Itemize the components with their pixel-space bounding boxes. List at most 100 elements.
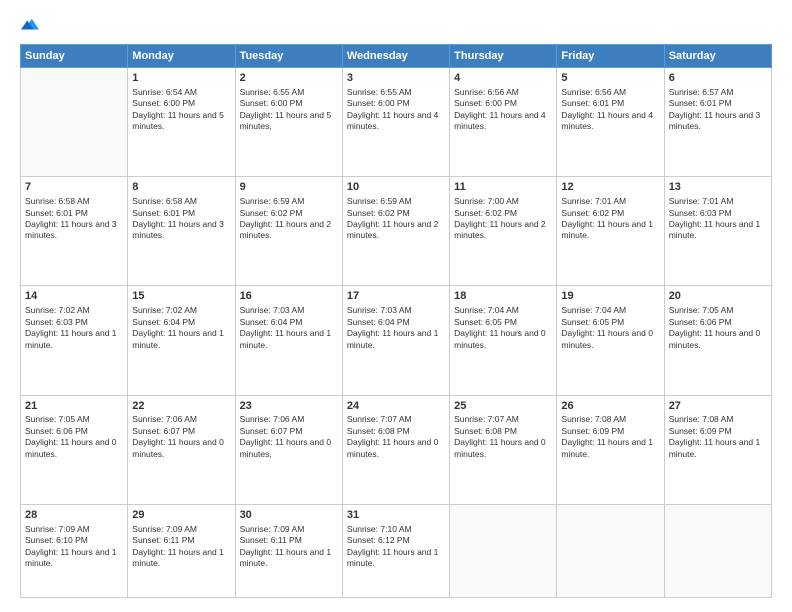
day-number: 21 — [25, 399, 123, 414]
day-number: 29 — [132, 508, 230, 523]
weekday-header: Friday — [557, 45, 664, 68]
header — [20, 18, 772, 34]
calendar-cell: 4Sunrise: 6:56 AMSunset: 6:00 PMDaylight… — [450, 68, 557, 177]
day-info: Sunrise: 6:59 AMSunset: 6:02 PMDaylight:… — [240, 196, 338, 242]
day-info: Sunrise: 6:56 AMSunset: 6:01 PMDaylight:… — [561, 87, 659, 133]
day-info: Sunrise: 7:09 AMSunset: 6:10 PMDaylight:… — [25, 524, 123, 570]
calendar-cell: 12Sunrise: 7:01 AMSunset: 6:02 PMDayligh… — [557, 177, 664, 286]
calendar-cell — [21, 68, 128, 177]
calendar-cell — [450, 504, 557, 597]
day-info: Sunrise: 7:07 AMSunset: 6:08 PMDaylight:… — [347, 414, 445, 460]
day-number: 12 — [561, 180, 659, 195]
day-number: 25 — [454, 399, 552, 414]
day-number: 22 — [132, 399, 230, 414]
calendar-cell: 25Sunrise: 7:07 AMSunset: 6:08 PMDayligh… — [450, 395, 557, 504]
day-number: 19 — [561, 289, 659, 304]
day-number: 28 — [25, 508, 123, 523]
calendar-cell: 26Sunrise: 7:08 AMSunset: 6:09 PMDayligh… — [557, 395, 664, 504]
calendar-cell: 1Sunrise: 6:54 AMSunset: 6:00 PMDaylight… — [128, 68, 235, 177]
calendar-cell: 29Sunrise: 7:09 AMSunset: 6:11 PMDayligh… — [128, 504, 235, 597]
day-info: Sunrise: 7:07 AMSunset: 6:08 PMDaylight:… — [454, 414, 552, 460]
calendar-cell: 31Sunrise: 7:10 AMSunset: 6:12 PMDayligh… — [342, 504, 449, 597]
day-number: 3 — [347, 71, 445, 86]
calendar-cell: 2Sunrise: 6:55 AMSunset: 6:00 PMDaylight… — [235, 68, 342, 177]
day-number: 7 — [25, 180, 123, 195]
calendar-cell: 17Sunrise: 7:03 AMSunset: 6:04 PMDayligh… — [342, 286, 449, 395]
day-info: Sunrise: 6:57 AMSunset: 6:01 PMDaylight:… — [669, 87, 767, 133]
day-info: Sunrise: 6:54 AMSunset: 6:00 PMDaylight:… — [132, 87, 230, 133]
calendar-cell: 7Sunrise: 6:58 AMSunset: 6:01 PMDaylight… — [21, 177, 128, 286]
day-number: 24 — [347, 399, 445, 414]
day-number: 8 — [132, 180, 230, 195]
weekday-header: Sunday — [21, 45, 128, 68]
day-info: Sunrise: 7:06 AMSunset: 6:07 PMDaylight:… — [240, 414, 338, 460]
page: SundayMondayTuesdayWednesdayThursdayFrid… — [0, 0, 792, 612]
day-number: 26 — [561, 399, 659, 414]
day-number: 17 — [347, 289, 445, 304]
logo-icon — [21, 16, 39, 34]
day-number: 14 — [25, 289, 123, 304]
calendar-cell: 8Sunrise: 6:58 AMSunset: 6:01 PMDaylight… — [128, 177, 235, 286]
calendar-cell: 5Sunrise: 6:56 AMSunset: 6:01 PMDaylight… — [557, 68, 664, 177]
day-info: Sunrise: 7:09 AMSunset: 6:11 PMDaylight:… — [132, 524, 230, 570]
day-number: 11 — [454, 180, 552, 195]
day-number: 23 — [240, 399, 338, 414]
day-info: Sunrise: 7:00 AMSunset: 6:02 PMDaylight:… — [454, 196, 552, 242]
day-info: Sunrise: 6:58 AMSunset: 6:01 PMDaylight:… — [25, 196, 123, 242]
day-info: Sunrise: 7:04 AMSunset: 6:05 PMDaylight:… — [454, 305, 552, 351]
calendar-cell: 22Sunrise: 7:06 AMSunset: 6:07 PMDayligh… — [128, 395, 235, 504]
weekday-header: Wednesday — [342, 45, 449, 68]
day-info: Sunrise: 7:06 AMSunset: 6:07 PMDaylight:… — [132, 414, 230, 460]
day-number: 18 — [454, 289, 552, 304]
calendar-cell: 14Sunrise: 7:02 AMSunset: 6:03 PMDayligh… — [21, 286, 128, 395]
day-number: 6 — [669, 71, 767, 86]
day-info: Sunrise: 7:03 AMSunset: 6:04 PMDaylight:… — [240, 305, 338, 351]
day-number: 16 — [240, 289, 338, 304]
day-info: Sunrise: 6:59 AMSunset: 6:02 PMDaylight:… — [347, 196, 445, 242]
calendar-cell: 3Sunrise: 6:55 AMSunset: 6:00 PMDaylight… — [342, 68, 449, 177]
calendar-cell: 9Sunrise: 6:59 AMSunset: 6:02 PMDaylight… — [235, 177, 342, 286]
day-number: 15 — [132, 289, 230, 304]
day-info: Sunrise: 6:55 AMSunset: 6:00 PMDaylight:… — [240, 87, 338, 133]
day-number: 20 — [669, 289, 767, 304]
weekday-header: Tuesday — [235, 45, 342, 68]
day-number: 5 — [561, 71, 659, 86]
weekday-header: Saturday — [664, 45, 771, 68]
calendar-cell: 16Sunrise: 7:03 AMSunset: 6:04 PMDayligh… — [235, 286, 342, 395]
day-info: Sunrise: 6:56 AMSunset: 6:00 PMDaylight:… — [454, 87, 552, 133]
calendar-cell: 30Sunrise: 7:09 AMSunset: 6:11 PMDayligh… — [235, 504, 342, 597]
day-info: Sunrise: 7:02 AMSunset: 6:04 PMDaylight:… — [132, 305, 230, 351]
day-number: 2 — [240, 71, 338, 86]
calendar-cell: 13Sunrise: 7:01 AMSunset: 6:03 PMDayligh… — [664, 177, 771, 286]
day-number: 9 — [240, 180, 338, 195]
logo — [20, 18, 39, 34]
day-info: Sunrise: 7:02 AMSunset: 6:03 PMDaylight:… — [25, 305, 123, 351]
day-info: Sunrise: 7:01 AMSunset: 6:03 PMDaylight:… — [669, 196, 767, 242]
calendar-table: SundayMondayTuesdayWednesdayThursdayFrid… — [20, 44, 772, 598]
calendar-cell: 28Sunrise: 7:09 AMSunset: 6:10 PMDayligh… — [21, 504, 128, 597]
day-number: 31 — [347, 508, 445, 523]
day-info: Sunrise: 7:08 AMSunset: 6:09 PMDaylight:… — [669, 414, 767, 460]
day-number: 10 — [347, 180, 445, 195]
calendar-cell — [557, 504, 664, 597]
day-info: Sunrise: 7:01 AMSunset: 6:02 PMDaylight:… — [561, 196, 659, 242]
day-info: Sunrise: 7:05 AMSunset: 6:06 PMDaylight:… — [25, 414, 123, 460]
day-info: Sunrise: 7:04 AMSunset: 6:05 PMDaylight:… — [561, 305, 659, 351]
calendar-cell: 20Sunrise: 7:05 AMSunset: 6:06 PMDayligh… — [664, 286, 771, 395]
calendar-cell: 15Sunrise: 7:02 AMSunset: 6:04 PMDayligh… — [128, 286, 235, 395]
day-number: 30 — [240, 508, 338, 523]
day-info: Sunrise: 7:10 AMSunset: 6:12 PMDaylight:… — [347, 524, 445, 570]
day-info: Sunrise: 7:03 AMSunset: 6:04 PMDaylight:… — [347, 305, 445, 351]
calendar-cell: 24Sunrise: 7:07 AMSunset: 6:08 PMDayligh… — [342, 395, 449, 504]
day-number: 13 — [669, 180, 767, 195]
day-number: 27 — [669, 399, 767, 414]
day-info: Sunrise: 7:09 AMSunset: 6:11 PMDaylight:… — [240, 524, 338, 570]
calendar-cell: 11Sunrise: 7:00 AMSunset: 6:02 PMDayligh… — [450, 177, 557, 286]
calendar-cell: 21Sunrise: 7:05 AMSunset: 6:06 PMDayligh… — [21, 395, 128, 504]
day-number: 4 — [454, 71, 552, 86]
calendar-cell: 10Sunrise: 6:59 AMSunset: 6:02 PMDayligh… — [342, 177, 449, 286]
calendar-cell: 23Sunrise: 7:06 AMSunset: 6:07 PMDayligh… — [235, 395, 342, 504]
calendar-cell: 27Sunrise: 7:08 AMSunset: 6:09 PMDayligh… — [664, 395, 771, 504]
day-number: 1 — [132, 71, 230, 86]
day-info: Sunrise: 7:05 AMSunset: 6:06 PMDaylight:… — [669, 305, 767, 351]
